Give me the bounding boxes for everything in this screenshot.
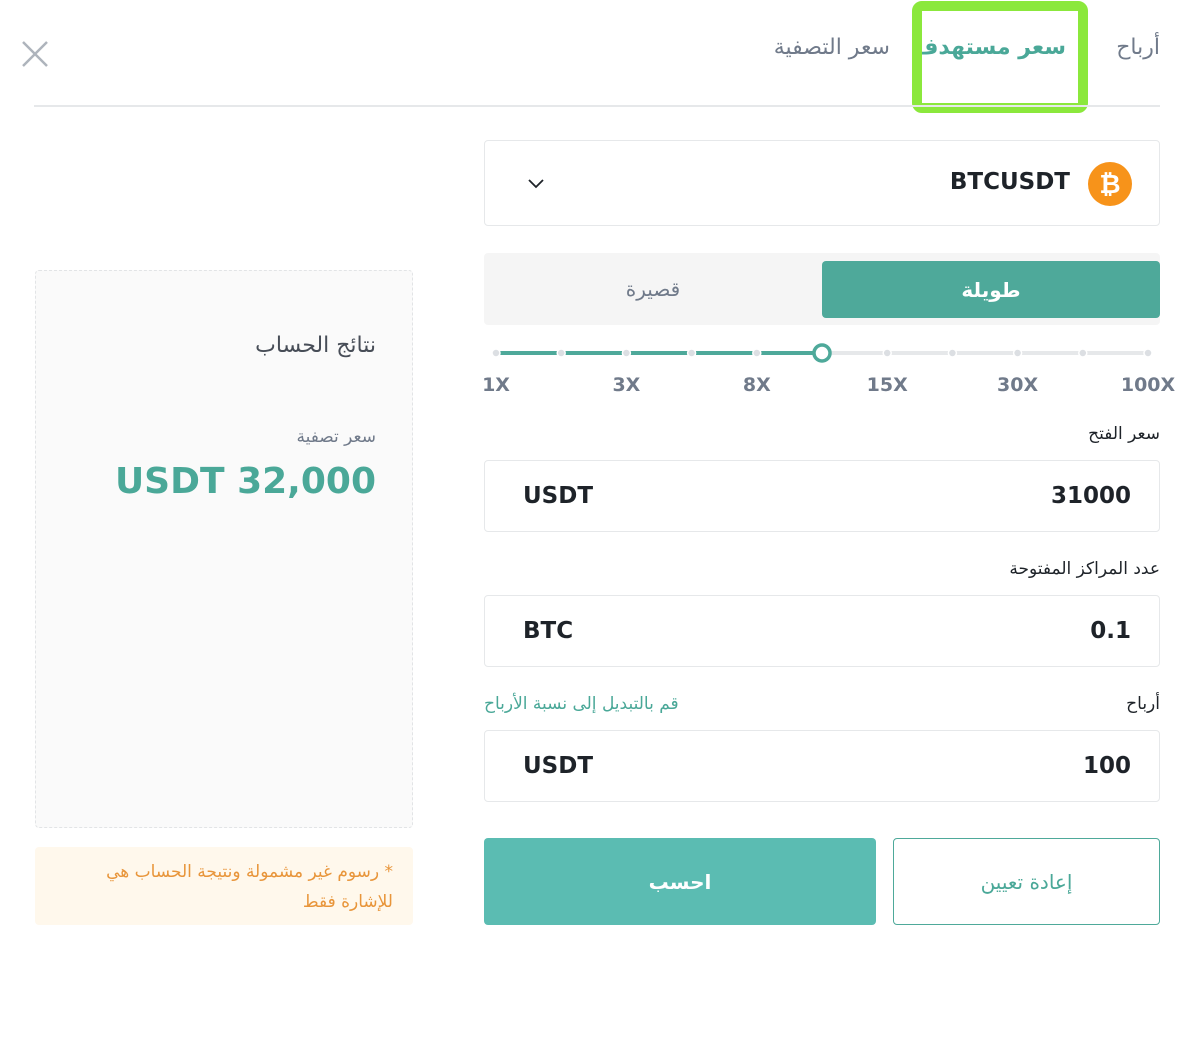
chevron-down-icon <box>528 179 544 189</box>
quantity-value: 0.1 <box>1090 618 1131 644</box>
profit-unit: USDT <box>523 753 594 779</box>
slider-step-dot <box>686 348 697 358</box>
close-icon[interactable] <box>20 39 50 69</box>
leverage-label: 100X <box>1120 374 1176 396</box>
slider-step-dot <box>491 348 501 358</box>
disclaimer-note: * رسوم غير مشمولة ونتيجة الحساب هي للإشا… <box>35 847 413 925</box>
entry-price-label: سعر الفتح <box>1088 424 1160 444</box>
tabs-divider <box>34 105 1160 107</box>
tab-liquidation-price[interactable]: سعر التصفية <box>774 35 890 60</box>
position-side-toggle: قصيرة طويلة <box>484 253 1160 325</box>
entry-price-unit: USDT <box>523 483 594 509</box>
leverage-label: 30X <box>997 374 1039 396</box>
quantity-unit: BTC <box>523 618 574 644</box>
slider-step-dot <box>882 348 892 358</box>
entry-price-value: 31000 <box>1050 483 1131 509</box>
result-liquidation-value: USDT 32,000 <box>114 461 376 502</box>
quantity-input[interactable]: BTC 0.1 <box>484 595 1160 667</box>
symbol-select[interactable]: ₿ BTCUSDT <box>484 140 1160 226</box>
quantity-label: عدد المراكز المفتوحة <box>1009 559 1160 579</box>
slider-step-dot <box>947 348 958 358</box>
slider-step-dot <box>621 348 632 358</box>
slider-step-dot <box>556 348 566 358</box>
reset-button[interactable]: إعادة تعيين <box>893 838 1160 925</box>
profit-value: 100 <box>1082 753 1131 779</box>
leverage-label: 3X <box>612 374 641 396</box>
svg-text:₿: ₿ <box>1099 170 1120 200</box>
switch-to-profit-ratio-link[interactable]: قم بالتبديل إلى نسبة الأرباح <box>484 694 679 714</box>
results-panel: نتائج الحساب سعر تصفية USDT 32,000 <box>35 270 413 828</box>
tab-target-price[interactable]: سعر مستهدف <box>913 35 1066 60</box>
slider-step-dot <box>752 348 762 358</box>
entry-price-input[interactable]: USDT 31000 <box>484 460 1160 532</box>
symbol-name: BTCUSDT <box>949 169 1070 195</box>
profit-input[interactable]: USDT 100 <box>484 730 1160 802</box>
leverage-label: 1X <box>482 374 510 396</box>
profit-label: أرباح <box>1126 694 1160 714</box>
leverage-slider[interactable] <box>484 338 1160 368</box>
leverage-label: 15X <box>866 374 908 396</box>
leverage-label: 8X <box>742 374 771 396</box>
calculate-button[interactable]: احسب <box>484 838 876 925</box>
long-button[interactable]: طويلة <box>822 261 1160 318</box>
slider-step-dot <box>1143 348 1153 358</box>
tab-profit[interactable]: أرباح <box>1116 35 1160 60</box>
slider-step-dot <box>1012 348 1023 358</box>
target-price-calculator: أرباح سعر مستهدف سعر التصفية ₿ BTCUSDT ق… <box>0 0 1204 1048</box>
short-button[interactable]: قصيرة <box>484 253 822 325</box>
slider-step-dot <box>1078 348 1088 358</box>
bitcoin-icon: ₿ <box>1088 162 1132 206</box>
slider-handle[interactable] <box>812 343 832 363</box>
result-liquidation-label: سعر تصفية <box>296 427 376 447</box>
results-title: نتائج الحساب <box>255 333 376 358</box>
